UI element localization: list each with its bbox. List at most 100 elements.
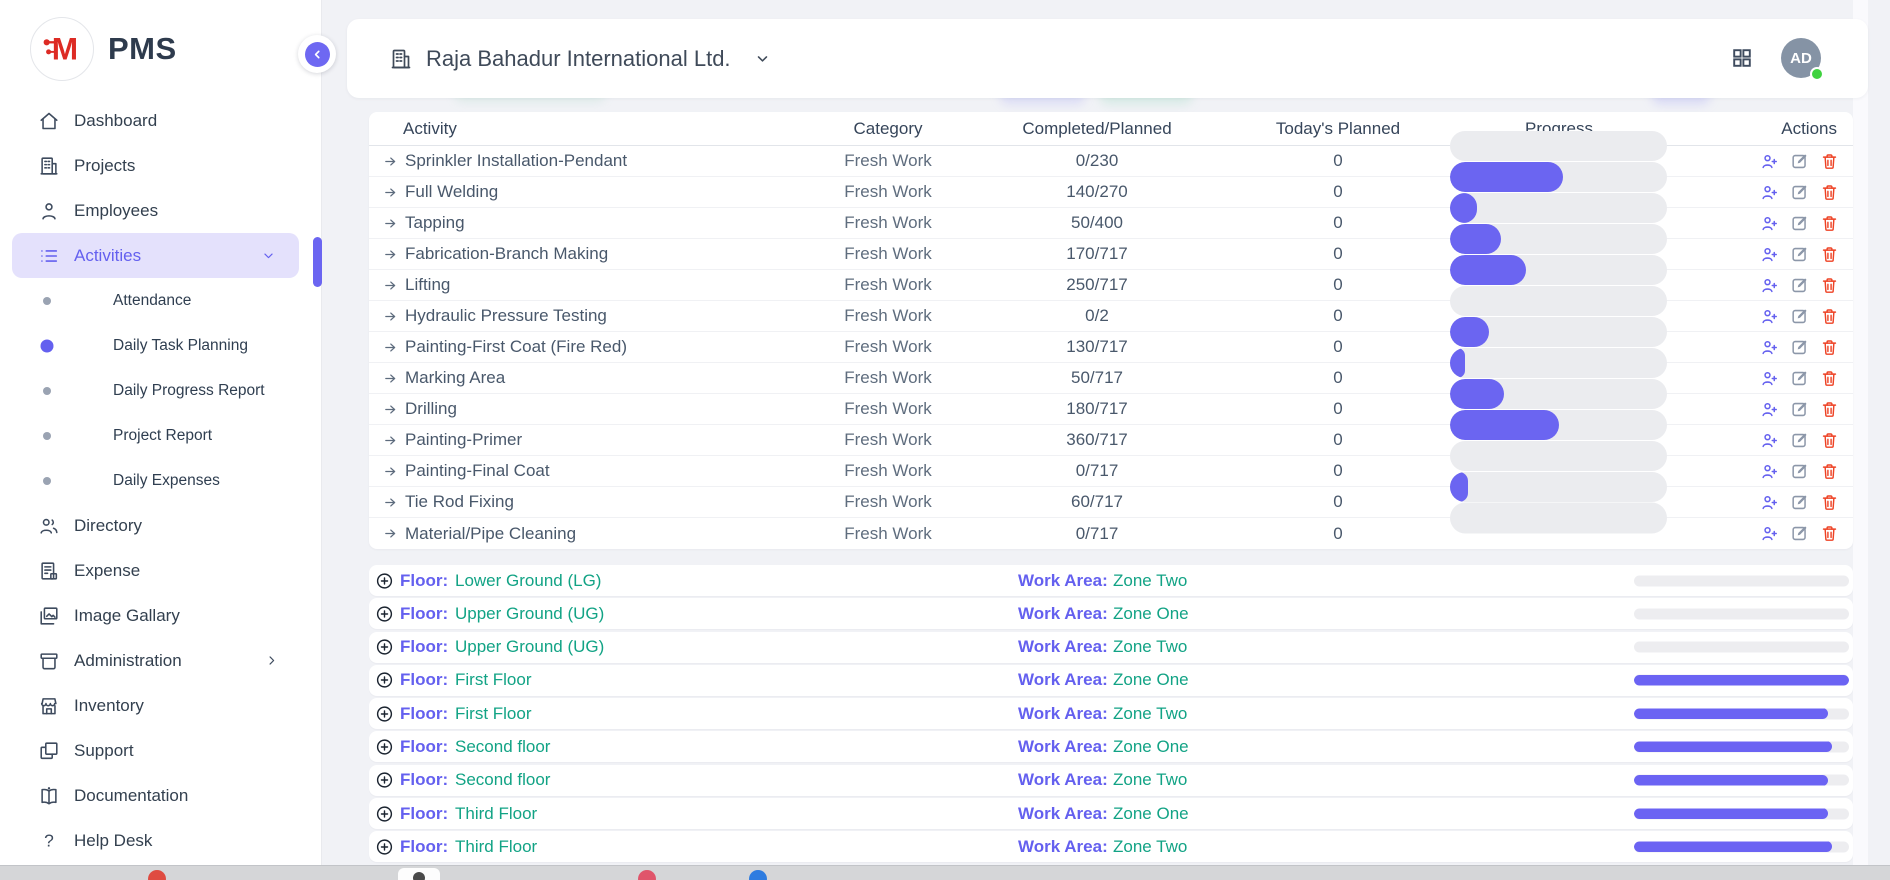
assign-user-icon[interactable] [1760,400,1779,419]
taskbar-dot-icon [148,870,166,880]
assign-user-icon[interactable] [1760,276,1779,295]
delete-icon[interactable] [1820,307,1839,326]
logo: M PMS [0,0,321,98]
sidebar-item-dashboard[interactable]: Dashboard [0,98,321,143]
edit-icon[interactable] [1790,152,1809,171]
edit-icon[interactable] [1790,524,1809,543]
sidebar-item-documentation[interactable]: Documentation [0,773,321,818]
floor-value: Third Floor [455,804,537,824]
col-header-today: Today's Planned [1276,112,1400,145]
edit-icon[interactable] [1790,431,1809,450]
sidebar-subitem-attendance[interactable]: Attendance [0,278,321,323]
delete-icon[interactable] [1820,245,1839,264]
edit-icon[interactable] [1790,307,1809,326]
edit-icon[interactable] [1790,338,1809,357]
sidebar-item-directory[interactable]: Directory [0,503,321,548]
activity-name: Painting-Primer [405,430,522,450]
sidebar-item-expense[interactable]: Expense [0,548,321,593]
edit-icon[interactable] [1790,400,1809,419]
sidebar-subitem-project-report[interactable]: Project Report [0,413,321,458]
expand-plus-icon[interactable] [375,804,394,823]
arrow-right-icon [383,371,398,386]
sidebar-subitem-daily-task-planning[interactable]: Daily Task Planning [0,323,321,368]
expand-plus-icon[interactable] [375,638,394,657]
completed-planned-value: 50/717 [1071,363,1123,393]
edit-icon[interactable] [1790,276,1809,295]
activities-table: Activity Category Completed/Planned Toda… [369,112,1853,549]
apps-grid-icon[interactable] [1731,47,1753,69]
work-area-value: Zone One [1113,804,1189,824]
sidebar-item-image-gallary[interactable]: Image Gallary [0,593,321,638]
floor-label: Floor: [400,837,448,857]
assign-user-icon[interactable] [1760,431,1779,450]
building-icon [38,155,60,177]
assign-user-icon[interactable] [1760,369,1779,388]
delete-icon[interactable] [1820,338,1839,357]
expand-plus-icon[interactable] [375,737,394,756]
floor-row: Floor: Lower Ground (LG) Work Area: Zone… [369,565,1853,596]
delete-icon[interactable] [1820,400,1839,419]
user-avatar[interactable]: AD [1781,38,1821,78]
delete-icon[interactable] [1820,152,1839,171]
sidebar-item-inventory[interactable]: Inventory [0,683,321,728]
delete-icon[interactable] [1820,431,1839,450]
edit-icon[interactable] [1790,183,1809,202]
activity-name: Tapping [405,213,465,233]
expand-plus-icon[interactable] [375,704,394,723]
work-area-label: Work Area: [1018,704,1108,724]
edit-icon[interactable] [1790,493,1809,512]
edit-icon[interactable] [1790,462,1809,481]
assign-user-icon[interactable] [1760,214,1779,233]
assign-user-icon[interactable] [1760,493,1779,512]
floor-row: Floor: Upper Ground (UG) Work Area: Zone… [369,598,1853,629]
expand-plus-icon[interactable] [375,671,394,690]
delete-icon[interactable] [1820,183,1839,202]
expand-plus-icon[interactable] [375,771,394,790]
sidebar-item-administration[interactable]: Administration [0,638,321,683]
company-selector[interactable]: Raja Bahadur International Ltd. [389,19,772,98]
floor-label: Floor: [400,704,448,724]
floor-progress-bar [1634,708,1849,719]
assign-user-icon[interactable] [1760,462,1779,481]
arrow-right-icon [383,216,398,231]
floor-progress-bar [1634,642,1849,653]
work-area-label: Work Area: [1018,804,1108,824]
floor-row: Floor: First Floor Work Area: Zone One [369,665,1853,696]
col-header-actions: Actions [1781,112,1837,145]
assign-user-icon[interactable] [1760,307,1779,326]
assign-user-icon[interactable] [1760,183,1779,202]
delete-icon[interactable] [1820,214,1839,233]
expand-plus-icon[interactable] [375,571,394,590]
assign-user-icon[interactable] [1760,524,1779,543]
sidebar-item-support[interactable]: Support [0,728,321,773]
activity-name: Full Welding [405,182,498,202]
assign-user-icon[interactable] [1760,152,1779,171]
assign-user-icon[interactable] [1760,245,1779,264]
edit-icon[interactable] [1790,369,1809,388]
delete-icon[interactable] [1820,369,1839,388]
home-icon [38,110,60,132]
sidebar-item-help-desk[interactable]: ? Help Desk [0,818,321,863]
sidebar-item-activities[interactable]: Activities [12,233,299,278]
sidebar-item-employees[interactable]: Employees [0,188,321,233]
invoice-icon [38,560,60,582]
delete-icon[interactable] [1820,524,1839,543]
activity-category: Fresh Work [844,363,932,393]
expand-plus-icon[interactable] [375,837,394,856]
floor-label: Floor: [400,804,448,824]
sidebar-collapse-button[interactable] [298,35,336,73]
expand-plus-icon[interactable] [375,604,394,623]
sidebar-item-projects[interactable]: Projects [0,143,321,188]
floor-value: Lower Ground (LG) [455,571,601,591]
edit-icon[interactable] [1790,214,1809,233]
edit-icon[interactable] [1790,245,1809,264]
person-icon [38,200,60,222]
assign-user-icon[interactable] [1760,338,1779,357]
sidebar-subitem-daily-progress-report[interactable]: Daily Progress Report [0,368,321,413]
delete-icon[interactable] [1820,462,1839,481]
delete-icon[interactable] [1820,276,1839,295]
completed-planned-value: 180/717 [1066,394,1127,424]
sidebar-subitem-daily-expenses[interactable]: Daily Expenses [0,458,321,503]
chevron-down-icon [260,247,277,264]
delete-icon[interactable] [1820,493,1839,512]
